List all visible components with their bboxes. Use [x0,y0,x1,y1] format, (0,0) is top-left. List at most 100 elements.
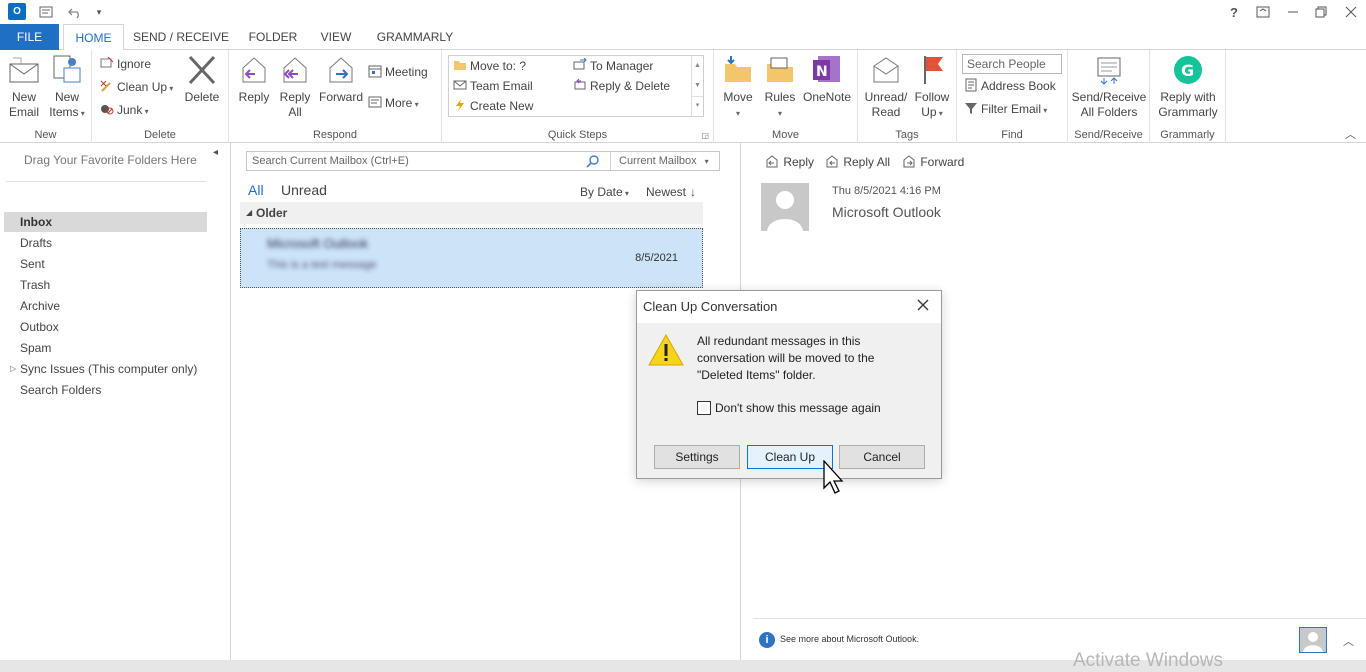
address-book-button[interactable]: Address Book [964,76,1056,96]
quick-steps-gallery: Move to: ? Team Email Create New To Mana… [448,55,704,117]
title-bar: O ▾ ? [0,0,1366,24]
reply-delete-icon [574,78,586,90]
new-email-button[interactable]: New Email [4,54,44,120]
group-tags: Unread/ Read Follow Up ▾ Tags [858,50,957,143]
filter-email-button[interactable]: Filter Email ▾ [964,99,1047,119]
folder-drafts[interactable]: Drafts [4,233,207,253]
reply-icon [242,57,266,83]
outlook-logo-icon[interactable]: O [8,3,26,20]
quick-step-team-email[interactable]: Team Email [453,76,533,96]
onenote-button[interactable]: N OneNote [800,54,854,105]
ignore-button[interactable]: Ignore [100,54,151,74]
people-pane-avatar[interactable] [1299,627,1327,653]
new-items-button[interactable]: New Items ▾ [46,54,88,121]
reading-forward-button[interactable]: Forward [901,155,964,169]
junk-button[interactable]: Junk ▾ [100,100,149,120]
folder-trash[interactable]: Trash [4,275,207,295]
group-label-move: Move [772,129,799,141]
folder-sync-issues[interactable]: ▷ Sync Issues (This computer only) [4,359,207,379]
reply-all-icon [283,57,307,83]
customize-toolbar-icon[interactable]: ▾ [90,3,108,21]
sort-order-toggle[interactable]: Newest ↓ [646,185,696,199]
reply-button[interactable]: Reply [234,54,274,105]
folder-inbox[interactable]: Inbox [4,212,207,232]
tab-folder[interactable]: FOLDER [244,24,302,50]
meeting-button[interactable]: Meeting [368,62,428,82]
filter-icon [965,103,977,114]
info-divider [753,618,1366,619]
reading-sender: Microsoft Outlook [832,204,941,220]
see-more-link[interactable]: See more about Microsoft Outlook. [780,634,919,644]
dialog-close-icon[interactable] [915,297,931,313]
dont-show-again-option[interactable]: Don't show this message again [697,401,881,415]
tab-send-receive[interactable]: SEND / RECEIVE [132,24,230,50]
dont-show-again-checkbox[interactable] [697,401,711,415]
unread-read-icon [873,57,899,83]
group-grammarly: G Reply with Grammarly Grammarly [1150,50,1226,143]
minimize-icon[interactable] [1278,2,1308,22]
folder-sent[interactable]: Sent [4,254,207,274]
group-label-quick-steps: Quick Steps [547,129,608,141]
undo-icon[interactable] [66,3,84,21]
clean-up-button[interactable]: Clean Up ▾ [100,77,173,97]
send-receive-all-icon[interactable] [37,3,55,21]
forward-button[interactable]: Forward [317,54,365,105]
folder-outbox[interactable]: Outbox [4,317,207,337]
group-label-send-receive: Send/Receive [1074,129,1143,141]
search-people-input[interactable]: Search People [962,54,1062,74]
tab-grammarly[interactable]: GRAMMARLY [372,24,458,50]
help-button[interactable]: ? [1219,2,1249,22]
team-email-icon [453,80,467,90]
quick-step-to-manager[interactable]: To Manager [573,56,653,76]
collapse-group-icon[interactable]: ◢ [246,202,252,224]
expand-people-pane-icon[interactable]: ︿ [1343,633,1354,649]
delete-button[interactable]: Delete [182,54,222,105]
quick-steps-scroll[interactable]: ▲ ▼ ▾ [691,56,703,116]
send-receive-all-folders-button[interactable]: Send/Receive All Folders [1070,54,1148,120]
reading-reply-button[interactable]: Reply [764,155,814,169]
search-icon[interactable] [586,155,599,168]
tab-home[interactable]: HOME [63,24,124,51]
chevron-down-icon: ▾ [704,157,709,166]
message-row[interactable]: Microsoft Outlook This is a test message… [240,228,703,288]
restore-icon[interactable] [1306,2,1336,22]
filter-unread-tab[interactable]: Unread [281,182,327,198]
quick-step-reply-delete[interactable]: Reply & Delete [573,76,670,96]
tab-view[interactable]: VIEW [314,24,358,50]
group-label-tags: Tags [895,129,919,141]
tab-file[interactable]: FILE [0,24,59,50]
folder-archive[interactable]: Archive [4,296,207,316]
rules-button[interactable]: Rules ▾ [760,54,800,121]
settings-button[interactable]: Settings [654,445,740,469]
dialog-launcher-icon[interactable]: ◲ [701,131,709,140]
collapse-folder-pane-icon[interactable]: ◂ [213,147,218,158]
move-button[interactable]: Move ▾ [718,54,758,121]
follow-up-button[interactable]: Follow Up ▾ [912,54,952,121]
reading-reply-all-button[interactable]: Reply All [824,155,890,169]
ribbon-display-icon[interactable] [1248,2,1278,22]
quick-step-move-to[interactable]: Move to: ? [453,56,526,76]
sort-by-dropdown[interactable]: By Date ▾ [580,185,629,199]
close-icon[interactable] [1336,2,1366,22]
group-header-older[interactable]: ◢ Older [240,202,703,224]
search-scope-dropdown[interactable]: Current Mailbox ▾ [610,152,720,170]
unread-read-button[interactable]: Unread/ Read [862,54,910,120]
clean-up-conversation-dialog: Clean Up Conversation All redundant mess… [636,290,942,479]
reply-with-grammarly-button[interactable]: G Reply with Grammarly [1152,54,1224,120]
folder-search-folders[interactable]: Search Folders [4,380,207,400]
clean-up-confirm-button[interactable]: Clean Up [747,445,833,469]
expand-triangle-icon[interactable]: ▷ [10,359,16,379]
folder-spam[interactable]: Spam [4,338,207,358]
message-preview: This is a test message [267,259,377,271]
mouse-cursor-icon [823,460,844,494]
collapse-ribbon-icon[interactable]: ︿ [1345,126,1356,142]
search-mailbox-input[interactable]: Search Current Mailbox (Ctrl+E) Current … [246,151,720,171]
filter-all-tab[interactable]: All [248,182,264,198]
reply-all-button[interactable]: Reply All [275,54,315,120]
quick-step-create-new[interactable]: Create New [453,96,533,116]
expand-gallery-icon[interactable]: ▾ [692,96,703,114]
cancel-button[interactable]: Cancel [839,445,925,469]
more-respond-button[interactable]: More ▾ [368,93,419,113]
scroll-down-icon[interactable]: ▼ [692,76,703,96]
scroll-up-icon[interactable]: ▲ [692,56,703,76]
